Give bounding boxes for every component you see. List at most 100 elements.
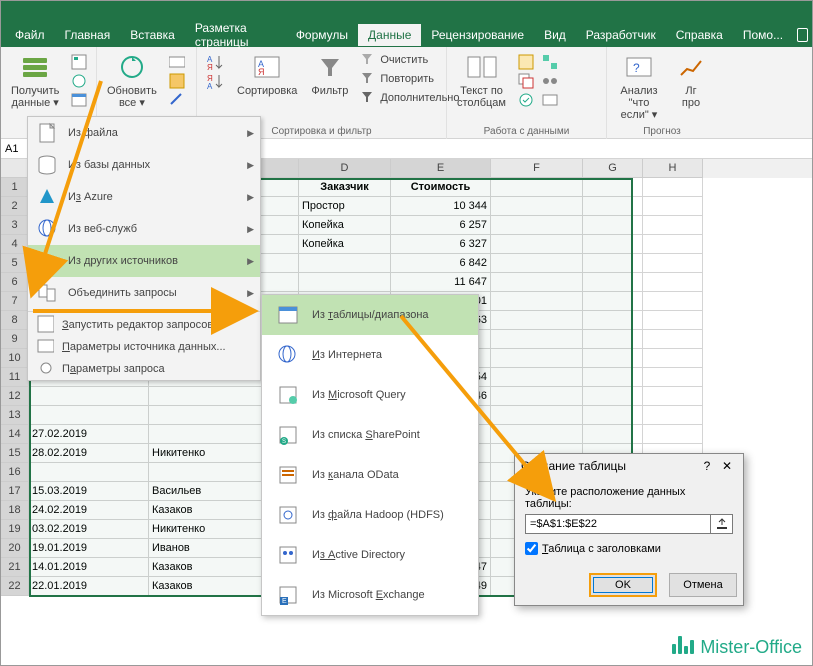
menu-item-opts[interactable]: Параметры запроса [28,358,260,380]
cell[interactable] [583,368,643,387]
cell[interactable] [643,197,703,216]
cell[interactable] [491,349,583,368]
cell[interactable]: 24.02.2019 [29,501,149,520]
submenu-item-table[interactable]: Из таблицы/диапазона [262,295,478,335]
sort-za-icon[interactable]: ЯА [205,72,225,90]
col-header-H[interactable]: H [643,159,703,178]
row-header[interactable]: 20 [1,539,29,558]
connections-icon[interactable] [167,53,187,71]
cell[interactable]: Копейка [299,216,391,235]
cell[interactable] [643,349,703,368]
cell[interactable]: Копейка [299,235,391,254]
tab-данные[interactable]: Данные [358,24,421,46]
submenu-item-ex[interactable]: EИз Microsoft Exchange [262,575,478,615]
menu-item-web[interactable]: Из веб-служб▶ [28,213,260,245]
row-header[interactable]: 21 [1,558,29,577]
cell[interactable]: Стоимость [391,178,491,197]
submenu-item-mq[interactable]: Из Microsoft Query [262,375,478,415]
row-header[interactable]: 16 [1,463,29,482]
cell[interactable]: Заказчик [299,178,391,197]
cell[interactable] [643,330,703,349]
cell[interactable] [583,311,643,330]
cell[interactable]: 14.01.2019 [29,558,149,577]
ok-button[interactable]: OK [589,573,657,597]
menu-item-other[interactable]: Из других источников▶ [28,245,260,277]
from-web-icon[interactable] [69,72,89,90]
range-input[interactable] [525,514,711,534]
cell[interactable] [583,197,643,216]
from-table-icon[interactable] [69,91,89,109]
cell[interactable] [643,368,703,387]
submenu-item-sp[interactable]: SИз списка SharePoint [262,415,478,455]
cell[interactable]: 10 344 [391,197,491,216]
from-text-icon[interactable] [69,53,89,71]
remove-dups-icon[interactable] [516,72,536,90]
row-header[interactable]: 3 [1,216,29,235]
row-header[interactable]: 15 [1,444,29,463]
cell[interactable]: 28.02.2019 [29,444,149,463]
cell[interactable] [491,235,583,254]
row-header[interactable]: 4 [1,235,29,254]
tab-вставка[interactable]: Вставка [120,24,185,46]
row-header[interactable]: 17 [1,482,29,501]
cell[interactable]: Простор [299,197,391,216]
cell[interactable] [491,292,583,311]
cell[interactable] [643,406,703,425]
cell[interactable] [583,387,643,406]
relationships-icon[interactable] [540,72,560,90]
row-header[interactable]: 1 [1,178,29,197]
cell[interactable]: 27.02.2019 [29,425,149,444]
row-header[interactable]: 13 [1,406,29,425]
dialog-help-button[interactable]: ? [697,459,717,473]
cell[interactable]: 6 842 [391,254,491,273]
cell[interactable] [643,425,703,444]
cell[interactable] [643,311,703,330]
row-header[interactable]: 18 [1,501,29,520]
properties-icon[interactable] [167,72,187,90]
cell[interactable] [491,387,583,406]
data-validation-icon[interactable] [516,91,536,109]
cell[interactable] [491,178,583,197]
what-if-button[interactable]: ? Анализ "что если" ▾ [613,49,665,123]
submenu-item-odata[interactable]: Из канала OData [262,455,478,495]
col-header-F[interactable]: F [491,159,583,178]
cell[interactable] [643,178,703,197]
cell[interactable] [583,425,643,444]
consolidate-icon[interactable] [540,53,560,71]
cell[interactable] [491,311,583,330]
cell[interactable] [643,292,703,311]
cell[interactable] [583,273,643,292]
tab-разработчик[interactable]: Разработчик [576,24,666,46]
submenu-item-ad[interactable]: Из Active Directory [262,535,478,575]
cell[interactable] [29,463,149,482]
cell[interactable]: 19.01.2019 [29,539,149,558]
tab-помо...[interactable]: Помо... [733,24,793,46]
cell[interactable] [583,235,643,254]
cell[interactable] [491,254,583,273]
cancel-button[interactable]: Отмена [669,573,737,597]
cell[interactable] [491,197,583,216]
row-header[interactable]: 19 [1,520,29,539]
menu-item-db[interactable]: Из базы данных▶ [28,149,260,181]
row-header[interactable]: 10 [1,349,29,368]
cell[interactable] [491,368,583,387]
collapse-dialog-icon[interactable] [711,514,733,534]
row-header[interactable]: 12 [1,387,29,406]
row-header[interactable]: 9 [1,330,29,349]
col-header-E[interactable]: E [391,159,491,178]
headers-checkbox[interactable]: Таблица с заголовками [525,542,733,555]
cell[interactable] [491,273,583,292]
ruler-icon[interactable] [797,28,808,42]
row-header[interactable]: 11 [1,368,29,387]
cell[interactable] [299,254,391,273]
cell[interactable] [643,235,703,254]
cell[interactable]: 6 327 [391,235,491,254]
cell[interactable] [583,292,643,311]
flash-fill-icon[interactable] [516,53,536,71]
sort-button[interactable]: АЯ Сортировка [233,49,301,99]
cell[interactable] [491,216,583,235]
cell[interactable]: 22.01.2019 [29,577,149,596]
cell[interactable] [583,178,643,197]
filter-button[interactable]: Фильтр [307,49,352,99]
refresh-all-button[interactable]: Обновить все ▾ [103,49,161,111]
